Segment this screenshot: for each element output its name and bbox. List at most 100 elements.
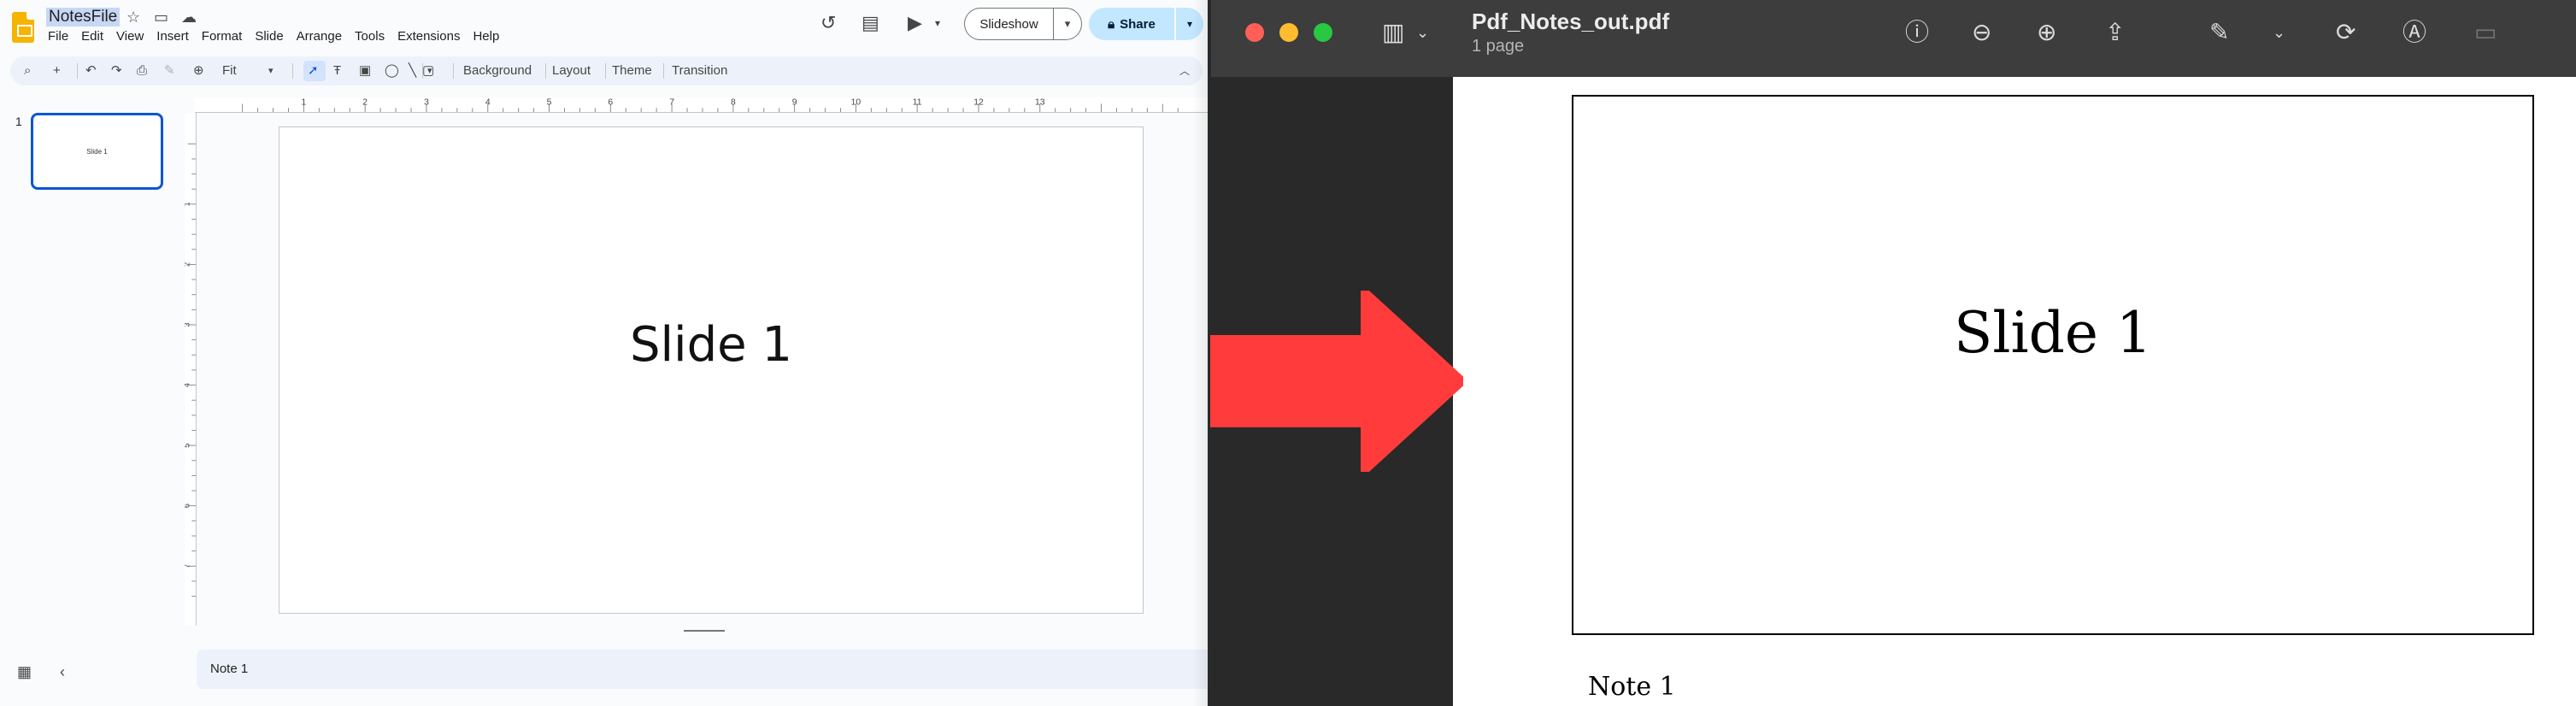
speaker-notes-panel[interactable]: Note 1 [197,650,1209,689]
menu-slide[interactable]: Slide [255,28,283,45]
ruler-label: 8 [731,98,736,108]
meet-chevron-icon[interactable]: ▾ [935,12,940,34]
toolbar: ⌕ + ↶ ↷ ⎙ ✎ ⊕ Fit ▾ ➚ Ŧ ▣ ◯ ╲ ▾ ▢ Backgr… [10,56,1203,85]
ruler-label: 1 [185,202,191,206]
transition-button[interactable]: Transition [672,56,727,85]
preview-titlebar: ▥ ⌄ Pdf_Notes_out.pdf 1 page ⓘ ⊖ ⊕ ⇪ ✎ ⌄… [1211,0,2576,77]
collapse-filmstrip-icon[interactable]: ‹ [60,663,65,681]
zoom-in-icon[interactable]: ⊕ [2037,17,2056,48]
ruler-label: 7 [669,98,674,108]
sidebar-toggle-icon[interactable]: ▥ [1382,17,1404,48]
toolbar-divider [663,63,664,79]
slide-thumbnail[interactable]: Slide 1 [31,113,163,190]
share-label: Share [1120,16,1156,32]
slideshow-options-button[interactable]: ▾ [1053,8,1082,40]
ruler-label: 5 [547,98,552,108]
select-icon[interactable]: ➚ [308,56,319,85]
minimize-window-icon[interactable] [1279,23,1298,42]
rotate-icon[interactable]: ⟳ [2336,17,2355,48]
menu-file[interactable]: File [48,28,68,45]
info-icon[interactable]: ⓘ [1905,17,1929,48]
ruler-label: 6 [608,98,613,108]
ruler-label: 5 [185,444,191,448]
markup-icon[interactable]: Ⓐ [2403,17,2426,48]
theme-button[interactable]: Theme [612,56,652,85]
zoom-chevron-icon[interactable]: ▾ [268,56,273,85]
zoom-window-icon[interactable] [1314,23,1332,42]
menu-extensions[interactable]: Extensions [397,28,460,45]
ruler-label: 1 [302,98,307,108]
toolbar-divider [605,63,606,79]
grid-view-icon[interactable]: ▦ [17,663,32,681]
menu-bar: File Edit View Insert Format Slide Arran… [48,28,512,45]
notes-resize-handle[interactable] [684,630,725,632]
ruler-label: 4 [185,383,191,387]
new-slide-icon[interactable]: + [53,56,61,85]
comment-add-icon[interactable]: ▢ [422,56,434,85]
comments-icon[interactable]: ▤ [862,12,879,34]
paint-format-icon[interactable]: ✎ [164,56,175,85]
image-icon[interactable]: ▣ [359,56,371,85]
version-history-icon[interactable]: ↺ [820,12,836,34]
menu-arrange[interactable]: Arrange [297,28,342,45]
menu-tools[interactable]: Tools [355,28,385,45]
layout-button[interactable]: Layout [552,56,591,85]
sidebar-chevron-icon[interactable]: ⌄ [1416,17,1429,48]
menu-help[interactable]: Help [473,28,499,45]
slide-canvas[interactable]: Slide 1 [279,126,1144,614]
lock-icon: 🔒︎ [1108,16,1115,32]
share-button[interactable]: 🔒︎ Share [1089,8,1174,40]
preview-file-name: Pdf_Notes_out.pdf [1472,9,1670,34]
undo-icon[interactable]: ↶ [85,56,97,85]
move-folder-icon[interactable]: ▭ [154,8,168,26]
menu-insert[interactable]: Insert [156,28,189,45]
collapse-toolbar-icon[interactable]: ︿ [1179,56,1190,85]
line-icon[interactable]: ╲ [409,56,416,85]
toolbar-divider [77,63,78,79]
ruler-label: 11 [913,98,922,108]
ruler-label: 3 [424,98,429,108]
preview-page-count: 1 page [1472,37,1525,56]
ruler-label: 6 [185,503,191,508]
pdf-slide-title: Slide 1 [1954,300,2152,366]
print-icon[interactable]: ⎙ [137,56,147,85]
vertical-ruler[interactable]: 1 2 3 4 5 6 7 [185,113,197,626]
slides-logo-icon[interactable] [12,12,34,43]
menu-view[interactable]: View [116,28,144,45]
ruler-label: 2 [362,98,368,108]
cloud-status-icon[interactable]: ☁ [181,8,197,26]
slide-title-text[interactable]: Slide 1 [279,317,1143,373]
form-fill-icon[interactable]: ▭ [2474,17,2497,48]
meet-icon[interactable]: ▶ [908,12,922,34]
ruler-label: 4 [485,98,491,108]
ruler-label: 7 [185,564,191,568]
toolbar-divider [292,63,293,79]
close-window-icon[interactable] [1245,23,1264,42]
menu-format[interactable]: Format [202,28,243,45]
menu-edit[interactable]: Edit [81,28,103,45]
text-box-icon[interactable]: Ŧ [333,56,341,85]
toolbar-divider [545,63,546,79]
horizontal-ruler[interactable]: 1 2 3 4 5 6 7 8 9 10 11 12 13 [195,97,1209,113]
ruler-label: 13 [1035,98,1045,108]
speaker-notes-text[interactable]: Note 1 [210,662,248,676]
slideshow-button[interactable]: Slideshow [964,8,1053,40]
star-icon[interactable]: ☆ [126,8,140,26]
ruler-label: 12 [973,98,984,108]
ruler-label: 3 [185,322,191,327]
zoom-icon[interactable]: ⊕ [193,56,204,85]
slide-thumbnail-text: Slide 1 [86,147,108,156]
search-menus-icon[interactable]: ⌕ [24,56,31,85]
slide-number: 1 [15,115,22,128]
ruler-label: 2 [185,262,191,267]
shape-icon[interactable]: ◯ [385,56,399,85]
share-icon[interactable]: ⇪ [2105,17,2125,48]
highlight-chevron-icon[interactable]: ⌄ [2273,17,2285,48]
toolbar-divider [453,63,454,79]
redo-icon[interactable]: ↷ [111,56,122,85]
background-button[interactable]: Background [463,56,532,85]
document-title[interactable]: NotesFile [46,8,121,26]
highlight-icon[interactable]: ✎ [2209,17,2229,48]
zoom-out-icon[interactable]: ⊖ [1972,17,1991,48]
zoom-select[interactable]: Fit [222,56,237,85]
